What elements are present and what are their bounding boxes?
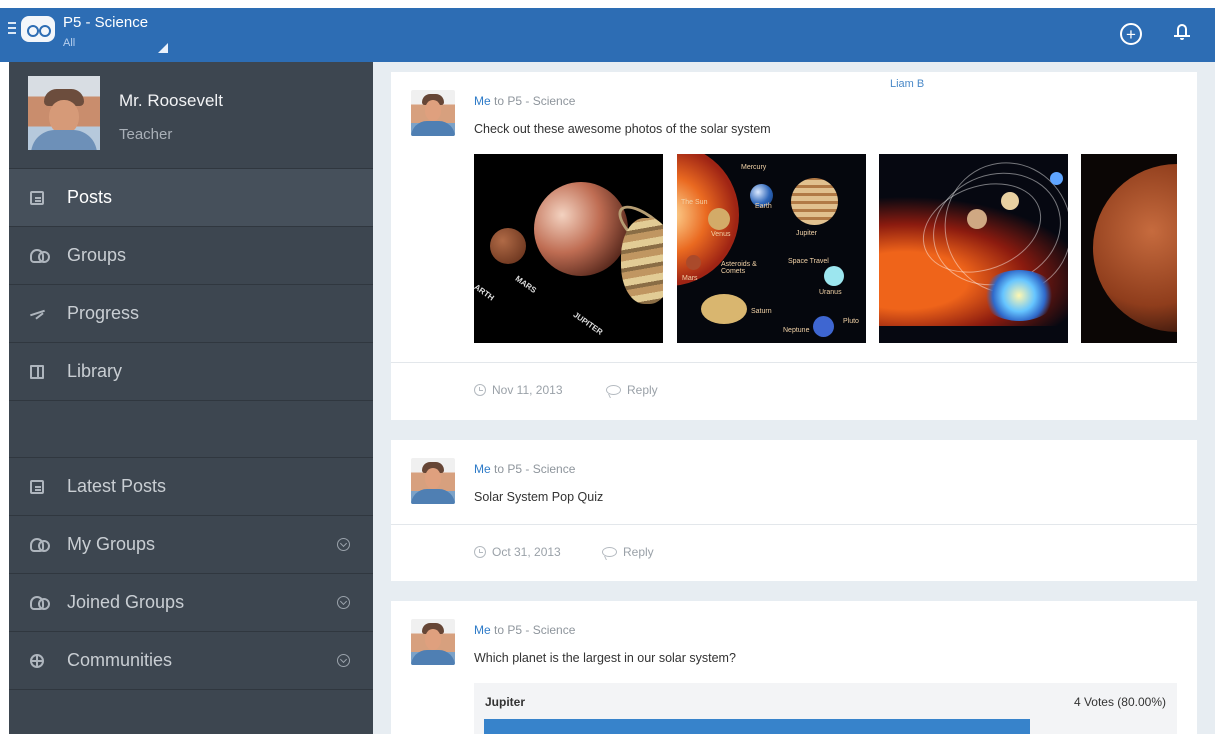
planet-label: Pluto <box>843 318 859 325</box>
clock-icon <box>474 546 486 558</box>
sidebar-item-progress[interactable]: Progress <box>9 285 373 343</box>
groups-icon <box>30 595 50 610</box>
sidebar-item-label: Joined Groups <box>67 592 185 612</box>
planet-label: The Sun <box>681 199 708 206</box>
comment-icon <box>30 479 44 494</box>
post-card: Me to P5 - Science Which planet is the l… <box>391 601 1197 734</box>
poll-vote-count: 4 Votes (80.00%) <box>1073 695 1166 709</box>
post-footer: Nov 11, 2013 Reply <box>391 362 1197 420</box>
menu-icon[interactable] <box>8 22 16 37</box>
library-icon <box>30 364 44 379</box>
planet-label: Venus <box>711 231 731 238</box>
globe-icon <box>30 653 44 668</box>
planet-label: Asteroids & Comets <box>721 261 757 275</box>
planet-label: Mercury <box>741 164 767 171</box>
reply-button[interactable]: Reply <box>606 383 658 397</box>
post-text: Solar System Pop Quiz <box>474 490 604 504</box>
planet-label: Earth <box>755 203 772 210</box>
planet-label: Uranus <box>819 289 842 296</box>
chevron-down-circle-icon[interactable] <box>337 538 350 551</box>
reply-icon <box>606 385 621 395</box>
post-footer: Oct 31, 2013 Reply <box>391 524 1197 581</box>
add-circle-icon[interactable]: + <box>1120 23 1142 45</box>
poll-result[interactable]: Jupiter 4 Votes (80.00%) <box>474 683 1177 734</box>
planet-label: Space Travel <box>788 258 829 265</box>
planet-label: Saturn <box>751 308 772 315</box>
sender-link[interactable]: Me <box>474 94 491 108</box>
planet-label: Neptune <box>783 327 810 334</box>
planet-label: ARTH <box>474 282 496 303</box>
mars-photo[interactable] <box>1081 154 1177 343</box>
groups-icon <box>30 248 50 263</box>
solar-system-photo[interactable] <box>879 154 1068 343</box>
sidebar-item-label: Latest Posts <box>67 476 167 496</box>
profile-card[interactable]: Mr. Roosevelt Teacher <box>9 62 373 169</box>
sidebar-item-joined-groups[interactable]: Joined Groups <box>9 574 373 632</box>
poll-option-label: Jupiter <box>485 695 526 709</box>
planet-label: Jupiter <box>796 230 818 237</box>
post-avatar[interactable] <box>411 619 455 665</box>
reply-icon <box>602 547 617 557</box>
sidebar-item-latest-posts[interactable]: Latest Posts <box>9 458 373 516</box>
sidebar-item-groups[interactable]: Groups <box>9 227 373 285</box>
post-avatar[interactable] <box>411 90 455 136</box>
chevron-down-circle-icon[interactable] <box>337 596 350 609</box>
sidebar: Mr. Roosevelt Teacher Posts Groups Progr… <box>9 62 373 734</box>
sidebar-item-label: My Groups <box>67 534 156 554</box>
reply-button[interactable]: Reply <box>602 545 654 559</box>
post-recipient: Me to P5 - Science <box>474 94 575 108</box>
comment-icon <box>30 190 44 205</box>
post-date: Oct 31, 2013 <box>474 545 561 559</box>
post-text: Check out these awesome photos of the so… <box>474 122 771 136</box>
sidebar-item-posts[interactable]: Posts <box>9 169 373 227</box>
recipient-text: to P5 - Science <box>490 462 576 476</box>
sender-link[interactable]: Me <box>474 462 491 476</box>
sidebar-item-label: Library <box>67 361 123 381</box>
poll-progress-track <box>484 719 1167 734</box>
post-feed: Me to P5 - Science Liam B Check out thes… <box>373 62 1215 734</box>
sidebar-item-label: Posts <box>67 187 113 207</box>
sender-link[interactable]: Me <box>474 623 491 637</box>
solar-system-photo[interactable]: The Sun Mercury Earth Jupiter Venus Mars… <box>677 154 866 343</box>
class-title[interactable]: P5 - Science <box>63 14 148 31</box>
clock-icon <box>474 384 486 396</box>
app-logo-icon <box>21 16 55 42</box>
sidebar-item-communities[interactable]: Communities <box>9 632 373 690</box>
sidebar-item-label: Communities <box>67 650 173 670</box>
sidebar-item-my-groups[interactable]: My Groups <box>9 516 373 574</box>
profile-name: Mr. Roosevelt <box>119 91 223 110</box>
post-recipient: Me to P5 - Science <box>474 462 575 476</box>
top-bar: P5 - Science All + <box>0 0 1215 62</box>
progress-icon <box>30 307 44 321</box>
notification-bell-icon[interactable] <box>1174 23 1190 40</box>
sidebar-spacer <box>9 401 373 458</box>
post-avatar[interactable] <box>411 458 455 504</box>
groups-icon <box>30 537 50 552</box>
solar-system-photo[interactable]: ARTH MARS JUPITER <box>474 154 663 343</box>
recipient-text: to P5 - Science <box>490 94 576 108</box>
filter-caret-icon[interactable] <box>158 43 168 53</box>
post-text: Which planet is the largest in our solar… <box>474 651 736 665</box>
post-date: Nov 11, 2013 <box>474 383 563 397</box>
sidebar-item-library[interactable]: Library <box>9 343 373 401</box>
planet-label: Mars <box>682 275 698 282</box>
chevron-down-circle-icon[interactable] <box>337 654 350 667</box>
recipient-text: to P5 - Science <box>490 623 576 637</box>
sidebar-item-label: Groups <box>67 245 127 265</box>
planet-label: MARS <box>513 274 539 295</box>
class-filter[interactable]: All <box>63 37 75 49</box>
planet-label: JUPITER <box>571 310 605 337</box>
teacher-avatar <box>28 76 100 150</box>
post-card: Me to P5 - Science Liam B Check out thes… <box>391 72 1197 420</box>
tagged-user[interactable]: Liam B <box>890 78 924 90</box>
sidebar-item-label: Progress <box>67 303 140 323</box>
post-card: Me to P5 - Science Solar System Pop Quiz… <box>391 440 1197 581</box>
profile-role: Teacher <box>119 126 173 143</box>
poll-progress-fill <box>484 719 1031 734</box>
post-recipient: Me to P5 - Science <box>474 623 575 637</box>
